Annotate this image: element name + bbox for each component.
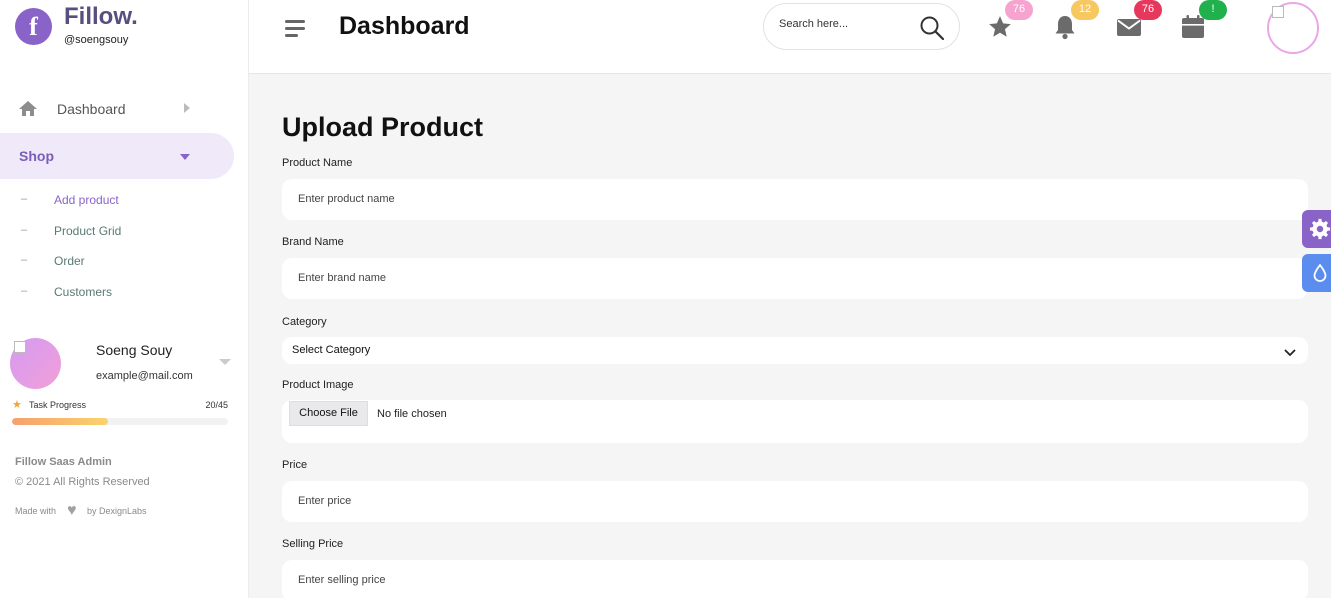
sidebar-footer: Fillow Saas Admin © 2021 All Rights Rese… — [15, 456, 150, 519]
calendar-button[interactable]: ! — [1181, 0, 1227, 42]
brand-name-field — [282, 258, 1308, 299]
dash-icon: – — [21, 254, 28, 266]
made-with-text: Made with — [15, 506, 57, 516]
selling-price-field — [282, 560, 1308, 598]
favorites-badge: 76 — [1005, 0, 1033, 20]
product-name-label: Product Name — [282, 157, 353, 169]
submenu-item-label: Add product — [54, 193, 119, 207]
brand-text: Fillow. @soengsouy — [64, 3, 138, 46]
notifications-badge: 12 — [1071, 0, 1099, 20]
avatar[interactable] — [10, 338, 61, 389]
selling-price-input[interactable] — [298, 574, 1198, 586]
submenu-item-label: Order — [54, 254, 85, 268]
sidebar-item-shop[interactable]: Shop — [0, 133, 234, 179]
file-status: No file chosen — [377, 408, 447, 420]
category-select-value: Select Category — [292, 344, 371, 356]
brand-name-label: Brand Name — [282, 236, 344, 248]
user-name: Soeng Souy — [96, 342, 173, 358]
sidebar-item-label: Dashboard — [57, 101, 126, 117]
submenu-item-label: Product Grid — [54, 223, 122, 238]
chevron-down-icon — [180, 154, 190, 160]
brand-name-input[interactable] — [298, 272, 1198, 284]
broken-image-icon — [1272, 6, 1284, 18]
selling-price-label: Selling Price — [282, 538, 344, 550]
messages-badge: 76 — [1134, 0, 1162, 20]
sidebar-item-dashboard[interactable]: Dashboard — [0, 90, 249, 128]
droplet-icon — [1313, 264, 1327, 282]
submenu-item-label: Customers — [54, 284, 113, 299]
price-label: Price — [282, 459, 308, 471]
submenu-item-product-grid[interactable]: – Product Grid — [0, 221, 249, 252]
bell-icon — [1055, 16, 1075, 40]
broken-image-icon — [14, 341, 26, 353]
task-progress-count: 20/45 — [205, 400, 228, 410]
product-image-field: Choose File No file chosen — [282, 400, 1308, 443]
search-input[interactable] — [779, 18, 919, 30]
chevron-right-icon — [184, 103, 190, 113]
header-avatar[interactable] — [1267, 2, 1319, 54]
task-progress-fill — [12, 418, 108, 425]
menu-toggle-icon[interactable] — [285, 20, 305, 38]
made-by-text: by DexignLabs — [87, 506, 147, 516]
brand-name: Fillow. — [64, 3, 138, 30]
user-email: example@mail.com — [96, 370, 193, 382]
star-icon: ★ — [12, 399, 22, 411]
user-menu-caret-icon[interactable] — [219, 359, 231, 365]
submenu-item-order[interactable]: – Order — [0, 251, 249, 282]
search-box — [763, 3, 960, 50]
page-title: Upload Product — [282, 112, 483, 142]
footer-made-with: Made with ♥ by DexignLabs — [15, 502, 175, 519]
gear-icon — [1309, 218, 1331, 240]
submenu-item-customers[interactable]: – Customers — [0, 282, 249, 313]
product-name-field — [282, 179, 1308, 220]
choose-file-button[interactable]: Choose File — [289, 401, 368, 426]
brand-handle: @soengsouy — [64, 34, 129, 46]
settings-button[interactable] — [1302, 210, 1331, 248]
theme-button[interactable] — [1302, 254, 1331, 292]
home-icon — [18, 100, 38, 122]
price-field — [282, 481, 1308, 522]
product-image-label: Product Image — [282, 379, 354, 391]
submenu-item-add-product[interactable]: – Add product — [0, 190, 249, 221]
dash-icon: – — [21, 284, 28, 297]
calendar-icon — [1182, 15, 1204, 38]
category-label: Category — [282, 316, 327, 328]
dash-icon: – — [21, 193, 28, 205]
sidebar: f Fillow. @soengsouy Dashboard Shop – Ad… — [0, 0, 249, 598]
footer-copyright: © 2021 All Rights Reserved — [15, 476, 150, 488]
sidebar-item-label: Shop — [19, 148, 54, 164]
task-progress-bar — [12, 418, 228, 425]
footer-title: Fillow Saas Admin — [15, 456, 112, 468]
category-select[interactable]: Select Category — [282, 337, 1308, 364]
chevron-down-icon — [1284, 345, 1296, 363]
calendar-badge: ! — [1199, 0, 1227, 20]
dash-icon: – — [21, 223, 28, 236]
page-header-title: Dashboard — [339, 12, 470, 40]
heart-icon: ♥ — [67, 502, 77, 519]
search-icon[interactable] — [920, 16, 945, 45]
messages-button[interactable]: 76 — [1116, 0, 1162, 42]
notifications-button[interactable]: 12 — [1053, 0, 1099, 42]
favorites-button[interactable]: 76 — [987, 0, 1033, 42]
shop-submenu: – Add product – Product Grid – Order – C… — [0, 190, 249, 312]
product-name-input[interactable] — [298, 193, 1198, 205]
brand-logo-icon: f — [15, 8, 52, 45]
task-progress-label: Task Progress — [29, 400, 87, 410]
price-input[interactable] — [298, 495, 1198, 507]
brand[interactable]: f Fillow. @soengsouy — [15, 3, 138, 46]
top-header: Dashboard 76 12 76 ! — [249, 0, 1331, 74]
